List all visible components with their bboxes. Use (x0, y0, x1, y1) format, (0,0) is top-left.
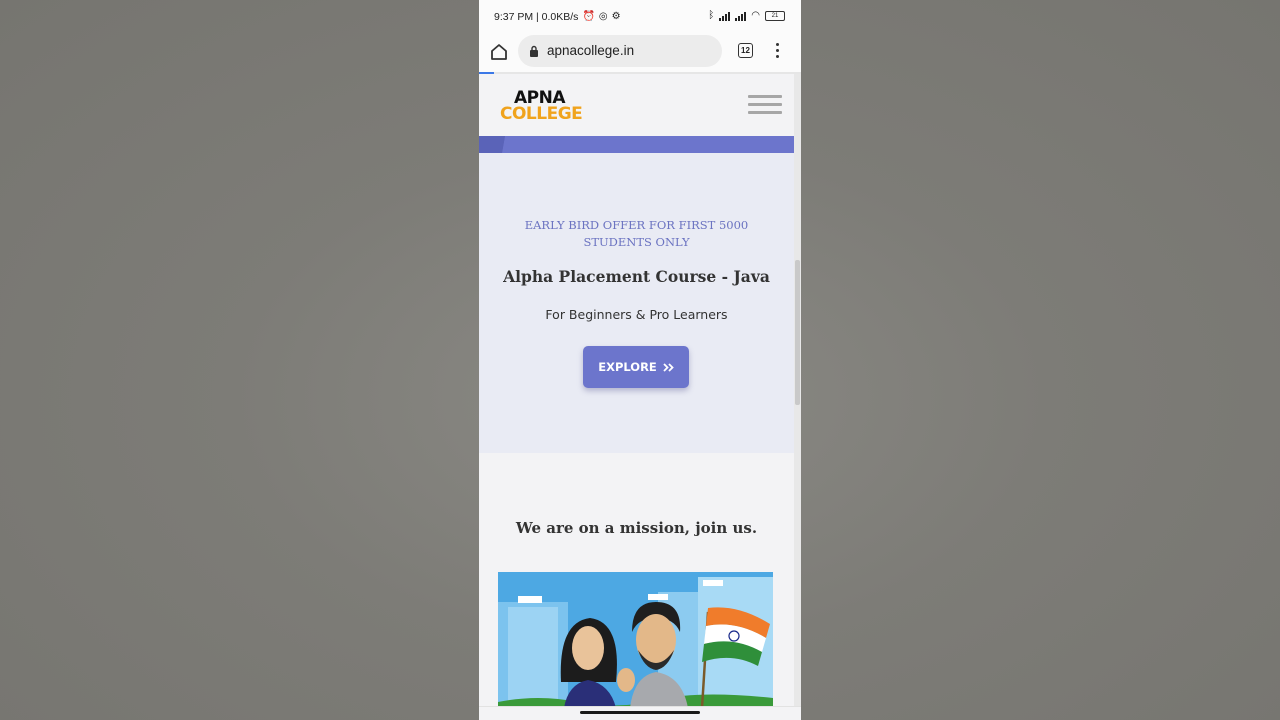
scrollbar-thumb[interactable] (795, 260, 800, 405)
whatsapp-icon: ◎ (598, 11, 608, 22)
early-bird-offer: EARLY BIRD OFFER FOR FIRST 5000 STUDENTS… (519, 217, 754, 251)
explore-button-label: EXPLORE (598, 360, 657, 374)
signal-strength-2-icon (735, 11, 747, 21)
alarm-icon: ⏰ (582, 11, 595, 22)
url-text: apnacollege.in (547, 43, 635, 58)
site-header: APNA COLLEGE (479, 74, 794, 136)
logo-college-text: COLLEGE (500, 104, 583, 124)
explore-button[interactable]: EXPLORE (583, 346, 689, 388)
mission-title: We are on a mission, join us. (515, 519, 758, 537)
status-right: ᛒ ◠ 21 (708, 11, 785, 21)
mission-section: We are on a mission, join us. (479, 453, 794, 713)
gesture-nav-bar (479, 706, 801, 720)
apna-college-logo[interactable]: APNA COLLEGE (500, 88, 583, 126)
lock-icon (530, 45, 538, 57)
mission-illustration (498, 572, 773, 708)
address-bar[interactable]: apnacollege.in (518, 35, 722, 67)
hamburger-menu-icon[interactable] (748, 95, 782, 117)
signal-strength-icon (719, 11, 731, 21)
status-left: 9:37 PM | 0.0KB/s ⏰ ◎ ⚙ (494, 11, 621, 23)
offer-line-1: EARLY BIRD OFFER FOR FIRST 5000 (524, 218, 749, 232)
course-subtitle: For Beginners & Pro Learners (545, 307, 728, 322)
course-title: Alpha Placement Course - Java (503, 267, 770, 286)
page-scrollbar[interactable] (794, 74, 801, 714)
bluetooth-icon: ᛒ (708, 10, 715, 21)
wifi-icon: ◠ (751, 10, 760, 21)
double-chevron-right-icon (663, 362, 674, 372)
battery-icon: 21 (765, 11, 785, 21)
status-time-speed: 9:37 PM | 0.0KB/s (494, 11, 579, 23)
phone-screen: 9:37 PM | 0.0KB/s ⏰ ◎ ⚙ ᛒ ◠ 21 apnacolle… (479, 0, 801, 720)
offer-line-2: STUDENTS ONLY (583, 235, 690, 249)
home-icon[interactable] (489, 42, 509, 62)
header-accent-band (479, 136, 794, 153)
overflow-menu-icon[interactable] (776, 43, 780, 59)
tab-switcher-button[interactable]: 12 (738, 43, 753, 58)
browser-toolbar: apnacollege.in 12 (479, 34, 801, 72)
status-bar: 9:37 PM | 0.0KB/s ⏰ ◎ ⚙ ᛒ ◠ 21 (479, 0, 801, 34)
hero-section: EARLY BIRD OFFER FOR FIRST 5000 STUDENTS… (479, 153, 794, 453)
settings-gear-icon: ⚙ (611, 11, 621, 22)
home-gesture-pill[interactable] (580, 711, 700, 714)
